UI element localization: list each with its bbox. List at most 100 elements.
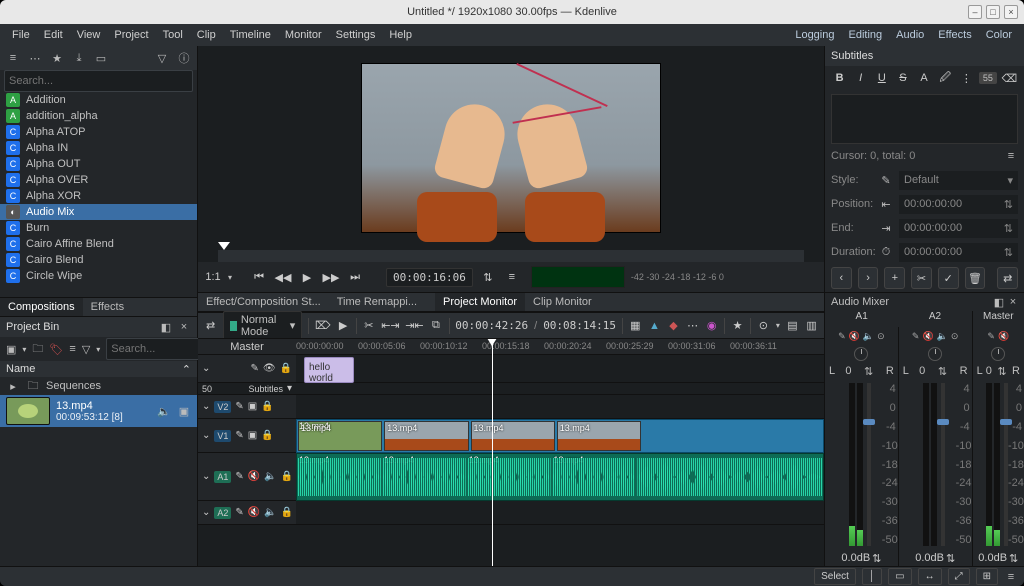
layout-logging[interactable]: Logging: [789, 26, 840, 44]
monitor-ruler[interactable]: [218, 250, 804, 262]
monitor-next-frame-icon[interactable]: ▶▶: [322, 268, 340, 286]
menu-monitor[interactable]: Monitor: [279, 26, 328, 44]
subtitle-clip[interactable]: hello world: [304, 357, 354, 383]
subtitle-end-field[interactable]: 00:00:00:00⇅: [899, 219, 1018, 238]
track-lock-icon[interactable]: 🔒: [261, 401, 273, 412]
monitor-forward-icon[interactable]: ⏭: [346, 268, 364, 286]
chevron-down-icon[interactable]: ⌄: [202, 363, 210, 374]
subtitle-color-button[interactable]: 🖉: [937, 69, 954, 87]
pan-spinner-icon[interactable]: ⇅: [862, 364, 876, 378]
window-minimize-button[interactable]: –: [968, 5, 982, 19]
monitor-options-icon[interactable]: ≡: [503, 268, 521, 286]
subtitle-cut-button[interactable]: ✂: [911, 267, 932, 289]
a2-track[interactable]: [296, 501, 824, 525]
ch-mute-icon[interactable]: 🔇: [922, 331, 933, 342]
effect-item[interactable]: CAlpha ATOP: [0, 124, 197, 140]
window-maximize-button[interactable]: □: [986, 5, 1000, 19]
tl-fit-zone-icon[interactable]: ⇤⇥: [381, 317, 399, 335]
clip-video-icon[interactable]: ▣: [177, 404, 191, 418]
subtitle-duration-field[interactable]: 00:00:00:00⇅: [899, 243, 1018, 262]
track-v1-header[interactable]: ⌄ V1 ✎ ▣ 🔒: [198, 419, 296, 453]
subtitle-underline-button[interactable]: U: [873, 69, 890, 87]
tab-clip-monitor[interactable]: Clip Monitor: [525, 293, 600, 311]
timeline-track-area[interactable]: 00:00:00:00 00:00:05:06 00:00:10:12 00:0…: [296, 339, 824, 566]
track-a1-header[interactable]: ⌄ A1 ✎ 🔇 🔈 🔒: [198, 453, 296, 501]
timeline-position[interactable]: 00:00:42:26: [455, 319, 528, 332]
monitor-timecode-step-icon[interactable]: ⇅: [479, 268, 497, 286]
subtitle-font-button[interactable]: A: [916, 69, 933, 87]
ch-fader[interactable]: [867, 383, 871, 546]
subtitle-apply-button[interactable]: ✓: [938, 267, 959, 289]
effects-search-box[interactable]: [4, 70, 193, 92]
layout-color[interactable]: Color: [980, 26, 1018, 44]
bin-column-header[interactable]: Name⌃: [0, 361, 197, 377]
tab-effects[interactable]: Effects: [83, 298, 132, 316]
status-tool-2[interactable]: ▭: [888, 568, 911, 585]
ch-pan-knob[interactable]: [928, 347, 942, 361]
effects-tree-icon[interactable]: ≡: [6, 51, 20, 65]
subtitle-end-goto-icon[interactable]: ⇥: [879, 221, 893, 235]
tab-compositions[interactable]: Compositions: [0, 298, 83, 316]
subtitle-bold-button[interactable]: B: [831, 69, 848, 87]
tl-spacer-icon[interactable]: ⧉: [429, 317, 442, 335]
ch-pan-knob[interactable]: [991, 347, 1005, 361]
subtitle-pos-goto-icon[interactable]: ⇤: [879, 197, 893, 211]
menu-view[interactable]: View: [71, 26, 107, 44]
subtitle-settings-button[interactable]: ⇄: [997, 267, 1018, 289]
tl-star-icon[interactable]: ★: [731, 317, 744, 335]
subtitle-add-button[interactable]: +: [884, 267, 905, 289]
ch-edit-icon[interactable]: ✎: [838, 331, 846, 342]
effect-item[interactable]: CAlpha XOR: [0, 188, 197, 204]
subtitle-clear-button[interactable]: ⌫: [1001, 69, 1018, 87]
subtitle-next-button[interactable]: ›: [858, 267, 879, 289]
timeline-ruler[interactable]: 00:00:00:00 00:00:05:06 00:00:10:12 00:0…: [296, 339, 824, 355]
menu-settings[interactable]: Settings: [330, 26, 382, 44]
tl-marker-red-icon[interactable]: ◆: [667, 317, 680, 335]
subtitle-prev-button[interactable]: ‹: [831, 267, 852, 289]
effect-item[interactable]: CAlpha OVER: [0, 172, 197, 188]
subtitle-more-button[interactable]: ⋮: [958, 69, 975, 87]
track-edit-icon[interactable]: ✎: [235, 507, 243, 518]
tl-cut-icon[interactable]: ✂: [362, 317, 375, 335]
ch-edit-icon[interactable]: ✎: [987, 331, 995, 342]
track-subtitle-header[interactable]: ⌄ ✎ 👁 🔒: [198, 355, 296, 383]
status-select-tool[interactable]: Select: [814, 568, 856, 585]
effects-folder-icon[interactable]: ▭: [94, 51, 108, 65]
effect-item[interactable]: CCairo Blend: [0, 252, 197, 268]
layout-editing[interactable]: Editing: [842, 26, 888, 44]
track-video-icon[interactable]: ▣: [248, 401, 257, 412]
effects-download-icon[interactable]: ⤓: [72, 51, 86, 65]
monitor-timecode[interactable]: 00:00:16:06: [386, 268, 473, 287]
effect-item[interactable]: CCairo Affine Blend: [0, 236, 197, 252]
monitor-rewind-icon[interactable]: ⏮: [250, 268, 268, 286]
subtitle-dur-icon[interactable]: ⏱: [879, 245, 893, 259]
ch-pan-knob[interactable]: [854, 347, 868, 361]
tab-effect-stack[interactable]: Effect/Composition St...: [198, 293, 329, 311]
a1-track[interactable]: 13.mp4 13.mp4 13.mp4 13.mp4: [296, 453, 824, 501]
chevron-down-icon[interactable]: ▾: [287, 383, 292, 394]
ch-rec-icon[interactable]: ⊙: [951, 331, 959, 342]
project-monitor[interactable]: [198, 46, 824, 250]
track-v2-header[interactable]: ⌄ V2 ✎ ▣ 🔒: [198, 395, 296, 419]
tl-layout1-icon[interactable]: ▤: [786, 317, 799, 335]
track-video-icon[interactable]: ▣: [248, 430, 257, 441]
timeline-track-menu-icon[interactable]: ⇄: [204, 317, 217, 335]
pan-spinner-icon[interactable]: ⇅: [995, 364, 1009, 378]
subtitle-strike-button[interactable]: S: [894, 69, 911, 87]
clip-audio-icon[interactable]: 🔈: [157, 404, 171, 418]
subtitle-track[interactable]: hello world: [296, 355, 824, 383]
video-clip[interactable]: 13.mp4 13.mp4 13.mp4 13.mp4 13.mp4: [296, 419, 824, 453]
track-mute-icon[interactable]: 🔇: [248, 471, 260, 482]
bin-delete-icon[interactable]: 🏷: [49, 342, 63, 356]
effect-item[interactable]: CCircle Wipe: [0, 268, 197, 284]
subtitle-style-select[interactable]: Default▾: [899, 171, 1018, 190]
bin-clip-item[interactable]: 13.mp4 00:09:53:12 [8] 🔈 ▣: [0, 395, 197, 427]
ch-mute-icon[interactable]: 🔇: [998, 331, 1009, 342]
menu-edit[interactable]: Edit: [38, 26, 69, 44]
v1-track[interactable]: 13.mp4 13.mp4 13.mp4 13.mp4 13.mp4: [296, 419, 824, 453]
tab-time-remap[interactable]: Time Remappi...: [329, 293, 425, 311]
window-close-button[interactable]: ×: [1004, 5, 1018, 19]
track-lock-icon[interactable]: 🔒: [281, 507, 293, 518]
track-master-header[interactable]: Master: [198, 339, 296, 355]
effects-search-input[interactable]: [9, 75, 188, 87]
